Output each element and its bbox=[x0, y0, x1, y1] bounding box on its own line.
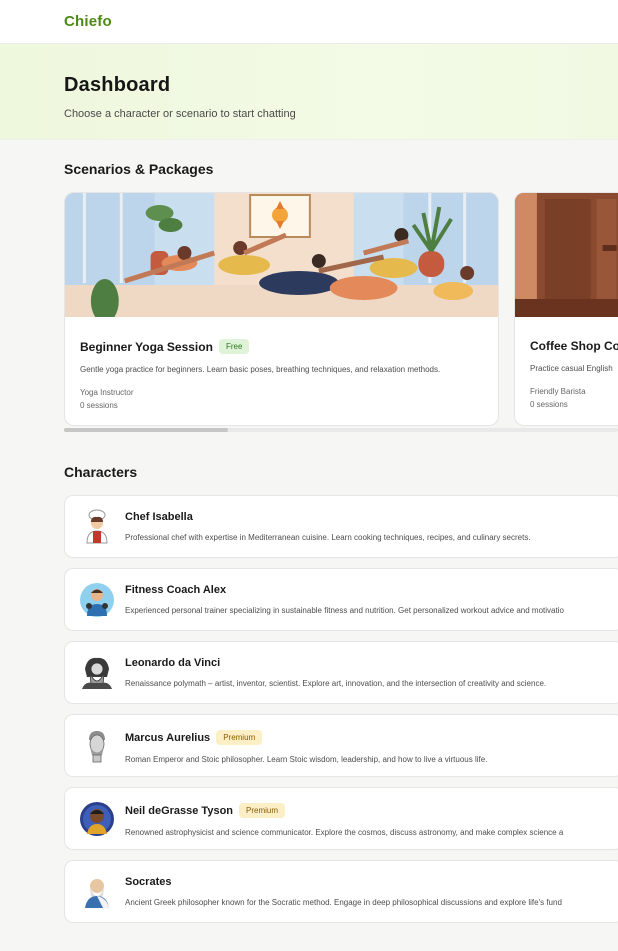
top-bar: Chiefo bbox=[0, 0, 618, 44]
carousel-scrollbar[interactable] bbox=[64, 428, 618, 432]
free-badge: Free bbox=[218, 339, 250, 354]
character-name: Socrates bbox=[125, 876, 172, 888]
scenario-role: Yoga Instructor bbox=[80, 388, 134, 397]
character-description: Experienced personal trainer specializin… bbox=[125, 606, 564, 615]
marcus-aurelius-avatar bbox=[89, 731, 105, 763]
scenario-carousel: Beginner Yoga Session Free Gentle yoga p… bbox=[0, 192, 618, 428]
character-name: Leonardo da Vinci bbox=[125, 657, 221, 669]
character-name: Chef Isabella bbox=[125, 511, 193, 523]
character-card-socrates[interactable]: Socrates Ancient Greek philosopher known… bbox=[64, 860, 618, 923]
fitness-coach-avatar bbox=[80, 583, 114, 617]
character-description: Renaissance polymath – artist, inventor,… bbox=[125, 679, 547, 688]
character-description: Renowned astrophysicist and science comm… bbox=[125, 828, 564, 837]
premium-badge: Premium bbox=[216, 730, 263, 745]
chef-avatar bbox=[86, 509, 108, 544]
scenario-description: Practice casual English bbox=[530, 364, 613, 373]
page-subtitle: Choose a character or scenario to start … bbox=[64, 108, 296, 120]
scenario-card-yoga[interactable]: Beginner Yoga Session Free Gentle yoga p… bbox=[64, 192, 499, 426]
character-name: Neil deGrasse Tyson bbox=[125, 804, 234, 817]
scenarios-section-title: Scenarios & Packages bbox=[64, 161, 214, 177]
character-name: Marcus Aurelius bbox=[125, 731, 211, 744]
app-logo[interactable]: Chiefo bbox=[64, 13, 112, 30]
characters-section-title: Characters bbox=[64, 464, 138, 480]
scenario-card-coffee-shop[interactable]: Coffee Shop Co Practice casual English F… bbox=[514, 192, 618, 426]
scenario-role: Friendly Barista bbox=[530, 387, 586, 396]
socrates-avatar bbox=[85, 879, 109, 908]
character-card-fitness-coach-alex[interactable]: Fitness Coach Alex Experienced personal … bbox=[64, 568, 618, 631]
scenario-description: Gentle yoga practice for beginners. Lear… bbox=[80, 365, 441, 374]
character-description: Professional chef with expertise in Medi… bbox=[125, 533, 531, 542]
premium-badge: Premium bbox=[239, 803, 286, 818]
scenario-sessions: 0 sessions bbox=[530, 400, 568, 409]
character-list: Chef Isabella Professional chef with exp… bbox=[0, 495, 618, 923]
character-card-neil-degrasse-tyson[interactable]: Neil deGrasse Tyson Premium Renowned ast… bbox=[64, 787, 618, 850]
scenario-title: Beginner Yoga Session bbox=[80, 339, 213, 354]
character-card-chef-isabella[interactable]: Chef Isabella Professional chef with exp… bbox=[64, 495, 618, 558]
scenario-sessions: 0 sessions bbox=[80, 401, 118, 410]
page-title: Dashboard bbox=[64, 74, 171, 96]
neil-degrasse-tyson-avatar bbox=[80, 802, 114, 836]
character-description: Ancient Greek philosopher known for the … bbox=[125, 898, 562, 907]
leonardo-avatar bbox=[82, 657, 112, 689]
yoga-scene-image bbox=[65, 193, 498, 317]
scenario-title: Coffee Shop Co bbox=[530, 339, 618, 353]
character-card-leonardo-da-vinci[interactable]: Leonardo da Vinci Renaissance polymath –… bbox=[64, 641, 618, 704]
character-description: Roman Emperor and Stoic philosopher. Lea… bbox=[125, 755, 488, 764]
dashboard-header: Dashboard Choose a character or scenario… bbox=[0, 44, 618, 140]
coffee-shop-image bbox=[515, 193, 618, 317]
character-name: Fitness Coach Alex bbox=[125, 584, 227, 596]
carousel-scroll-thumb[interactable] bbox=[64, 428, 228, 432]
character-card-marcus-aurelius[interactable]: Marcus Aurelius Premium Roman Emperor an… bbox=[64, 714, 618, 777]
